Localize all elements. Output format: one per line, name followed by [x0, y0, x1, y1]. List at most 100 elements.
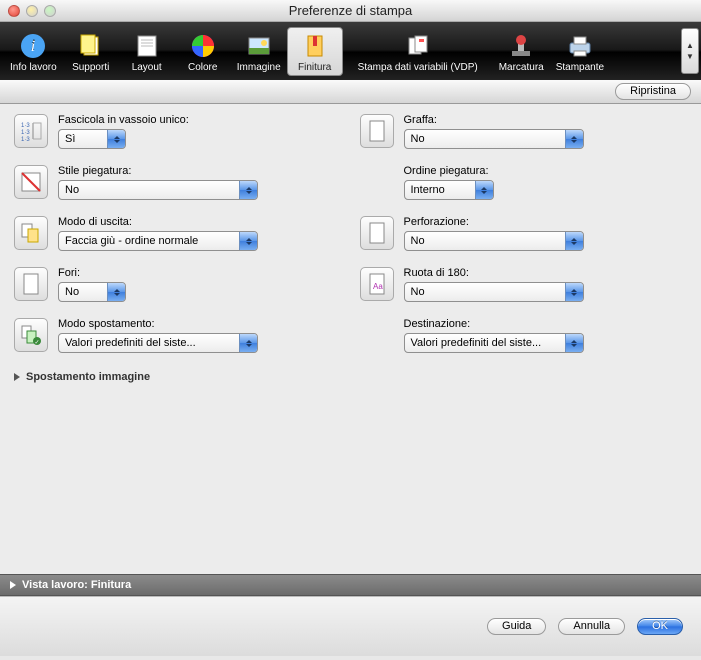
tab-finitura[interactable]: Finitura	[287, 27, 343, 76]
cancel-button[interactable]: Annulla	[558, 618, 625, 635]
tab-supporti[interactable]: Supporti	[63, 28, 119, 75]
footer: Guida Annulla OK	[0, 596, 701, 656]
toolbar-substrip: Ripristina	[0, 80, 701, 104]
field-label: Graffa:	[404, 114, 688, 126]
zoom-window-button[interactable]	[44, 5, 56, 17]
finish-icon	[301, 32, 329, 60]
close-window-button[interactable]	[8, 5, 20, 17]
field-label: Modo di uscita:	[58, 216, 342, 228]
field-destinazione: Destinazione: Valori predefiniti del sis…	[360, 318, 688, 353]
supports-icon	[77, 32, 105, 60]
disclosure-triangle-icon	[14, 373, 20, 381]
minimize-window-button[interactable]	[26, 5, 38, 17]
tab-layout[interactable]: Layout	[119, 28, 175, 75]
output-mode-icon	[14, 216, 48, 250]
field-label: Ordine piegatura:	[404, 165, 688, 177]
field-label: Stile piegatura:	[58, 165, 342, 177]
field-label: Modo spostamento:	[58, 318, 342, 330]
section-spostamento-immagine[interactable]: Spostamento immagine	[14, 371, 687, 383]
fold-style-icon	[14, 165, 48, 199]
stamp-icon	[507, 32, 535, 60]
vdp-icon	[404, 32, 432, 60]
modo-spostamento-select[interactable]: Valori predefiniti del siste...	[58, 333, 258, 353]
image-icon	[245, 32, 273, 60]
svg-text:1·3: 1·3	[21, 137, 30, 143]
tab-marcatura[interactable]: Marcatura	[493, 28, 550, 75]
field-label: Destinazione:	[404, 318, 688, 330]
svg-text:✓: ✓	[34, 340, 39, 346]
field-ordine-piegatura: Ordine piegatura: Interno	[360, 165, 688, 200]
svg-text:1·3: 1·3	[21, 123, 30, 129]
field-fascicola: 1·31·31·3 Fascicola in vassoio unico: Sì	[14, 114, 342, 149]
disclosure-triangle-icon	[10, 581, 16, 589]
field-label: Fascicola in vassoio unico:	[58, 114, 342, 126]
fori-select[interactable]: No	[58, 282, 126, 302]
svg-text:1·3: 1·3	[21, 130, 30, 136]
field-ruota: Aa Ruota di 180: No	[360, 267, 688, 302]
svg-text:i: i	[31, 38, 35, 55]
section-label: Spostamento immagine	[26, 371, 150, 383]
offset-mode-icon: ✓	[14, 318, 48, 352]
layout-icon	[133, 32, 161, 60]
window-controls	[8, 5, 56, 17]
tab-label: Finitura	[298, 62, 331, 73]
field-label: Ruota di 180:	[404, 267, 688, 279]
svg-text:Aa: Aa	[373, 282, 383, 291]
holes-icon	[14, 267, 48, 301]
tab-vdp[interactable]: Stampa dati variabili (VDP)	[343, 28, 493, 75]
ordine-piegatura-select[interactable]: Interno	[404, 180, 494, 200]
tab-label: Supporti	[72, 62, 109, 73]
tab-immagine[interactable]: Immagine	[231, 28, 287, 75]
tab-label: Colore	[188, 62, 217, 73]
graffa-select[interactable]: No	[404, 129, 584, 149]
tab-label: Layout	[132, 62, 162, 73]
restore-button[interactable]: Ripristina	[615, 83, 691, 100]
ok-button[interactable]: OK	[637, 618, 683, 635]
tab-label: Immagine	[237, 62, 281, 73]
tab-info-lavoro[interactable]: i Info lavoro	[4, 28, 63, 75]
field-modo-spostamento: ✓ Modo spostamento: Valori predefiniti d…	[14, 318, 342, 353]
help-button[interactable]: Guida	[487, 618, 546, 635]
modo-uscita-select[interactable]: Faccia giù - ordine normale	[58, 231, 258, 251]
caret-icon	[565, 130, 583, 148]
field-perforazione: Perforazione: No	[360, 216, 688, 251]
printer-icon	[566, 32, 594, 60]
fascicola-select[interactable]: Sì	[58, 129, 126, 149]
tab-stampante[interactable]: Stampante	[550, 28, 610, 75]
tab-label: Stampante	[556, 62, 604, 73]
perforazione-select[interactable]: No	[404, 231, 584, 251]
vista-lavoro-bar[interactable]: Vista lavoro: Finitura	[0, 574, 701, 596]
field-fori: Fori: No	[14, 267, 342, 302]
collate-icon: 1·31·31·3	[14, 114, 48, 148]
titlebar: Preferenze di stampa	[0, 0, 701, 22]
field-stile-piegatura: Stile piegatura: No	[14, 165, 342, 200]
tab-colore[interactable]: Colore	[175, 28, 231, 75]
caret-icon	[239, 181, 257, 199]
staple-icon	[360, 114, 394, 148]
field-label: Fori:	[58, 267, 342, 279]
content-area: 1·31·31·3 Fascicola in vassoio unico: Sì…	[0, 104, 701, 574]
toolbar: i Info lavoro Supporti Layout Colore	[0, 22, 701, 80]
field-label: Perforazione:	[404, 216, 688, 228]
destinazione-select[interactable]: Valori predefiniti del siste...	[404, 333, 584, 353]
caret-icon	[475, 181, 493, 199]
color-icon	[189, 32, 217, 60]
chevron-up-icon: ▲	[686, 41, 694, 50]
tab-label: Stampa dati variabili (VDP)	[358, 62, 478, 73]
caret-icon	[565, 232, 583, 250]
field-graffa: Graffa: No	[360, 114, 688, 149]
caret-icon	[565, 283, 583, 301]
info-icon: i	[19, 32, 47, 60]
caret-icon	[107, 130, 125, 148]
caret-icon	[239, 232, 257, 250]
toolbar-overflow-button[interactable]: ▲ ▼	[681, 28, 699, 74]
tab-label: Info lavoro	[10, 62, 57, 73]
field-modo-uscita: Modo di uscita: Faccia giù - ordine norm…	[14, 216, 342, 251]
punch-icon	[360, 216, 394, 250]
stile-piegatura-select[interactable]: No	[58, 180, 258, 200]
caret-icon	[107, 283, 125, 301]
caret-icon	[565, 334, 583, 352]
chevron-down-icon: ▼	[686, 52, 694, 61]
caret-icon	[239, 334, 257, 352]
ruota-select[interactable]: No	[404, 282, 584, 302]
